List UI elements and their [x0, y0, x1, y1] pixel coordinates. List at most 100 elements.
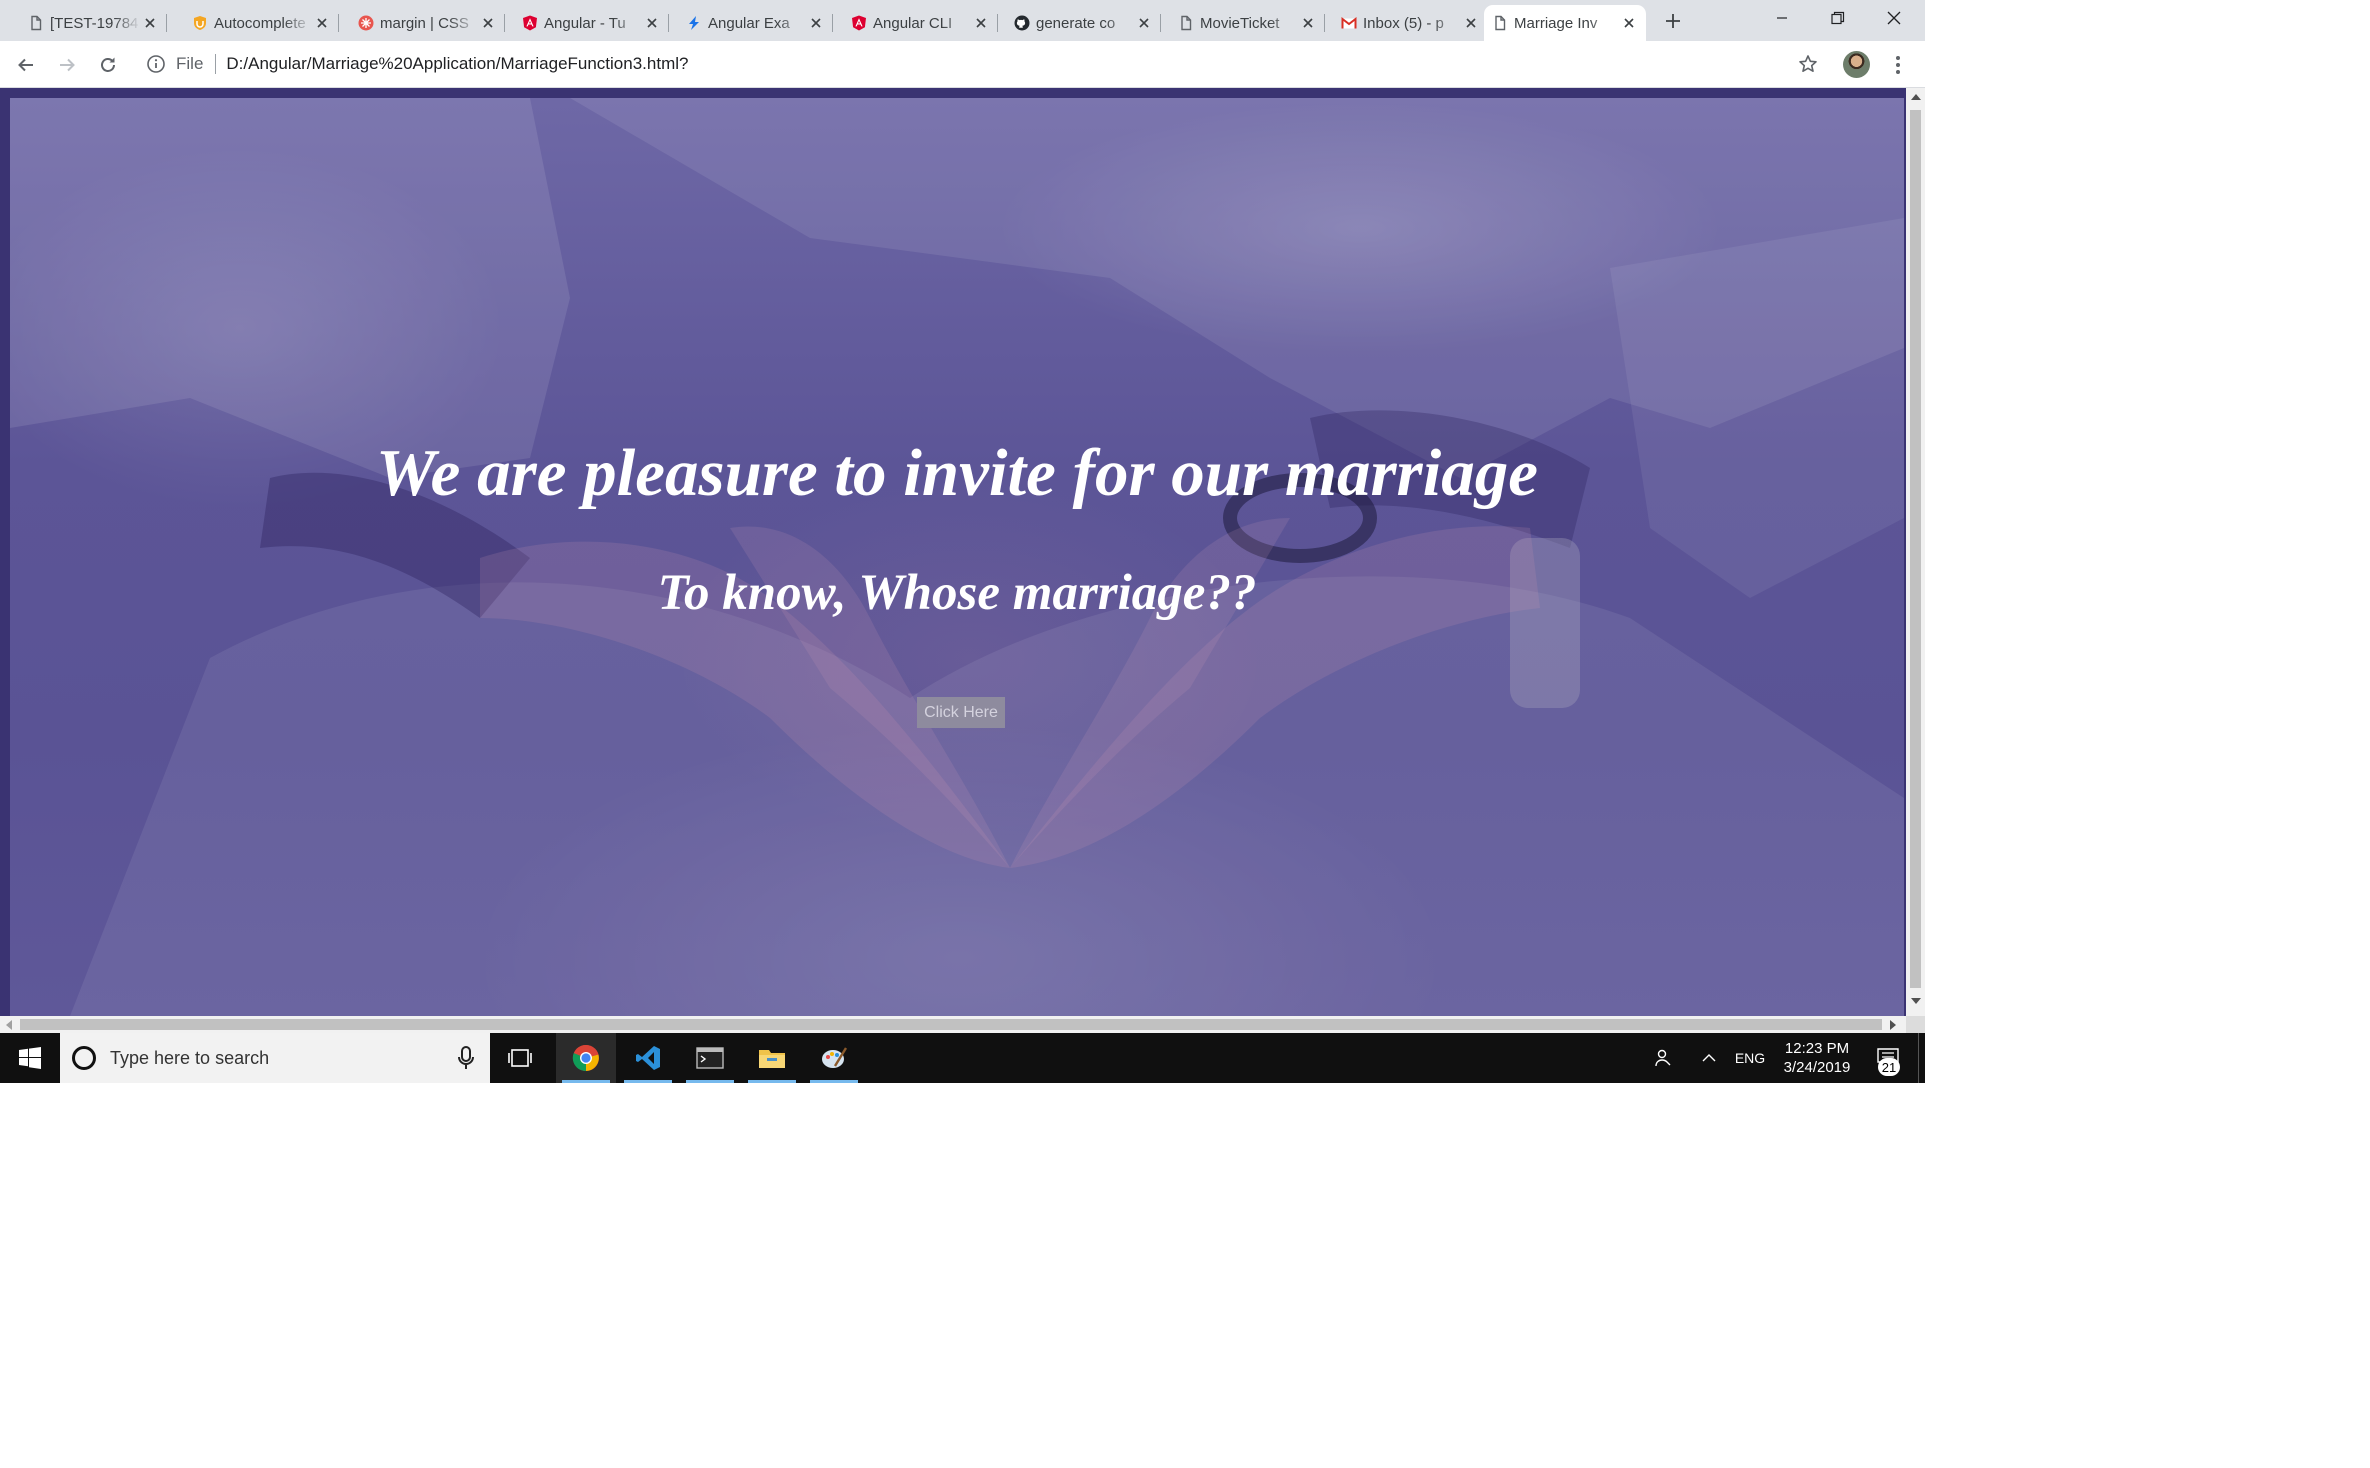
task-view-button[interactable] [490, 1033, 550, 1083]
close-icon[interactable] [1462, 14, 1480, 32]
angular-icon [523, 15, 537, 31]
tab-title: Angular CLI [873, 14, 953, 32]
clock-date: 3/24/2019 [1783, 1059, 1851, 1076]
tab-title: MovieTicket [1200, 14, 1280, 32]
scroll-down-arrow-icon[interactable] [1911, 998, 1921, 1004]
screen: [TEST-19784 Autocomplete margin | CSS An… [0, 0, 1925, 1083]
close-icon[interactable] [1299, 14, 1317, 32]
clock-time: 12:23 PM [1784, 1040, 1850, 1057]
tab-margin-css[interactable]: margin | CSS [350, 5, 505, 41]
close-window-button[interactable] [1866, 0, 1922, 36]
clock[interactable]: 12:23 PM 3/24/2019 [1772, 1039, 1862, 1077]
close-icon[interactable] [479, 14, 497, 32]
close-icon [1887, 11, 1901, 25]
page-icon [1181, 15, 1192, 31]
scroll-right-arrow-icon[interactable] [1890, 1020, 1896, 1030]
tab-angular-cli[interactable]: Angular CLI [843, 5, 998, 41]
horizontal-scroll-thumb[interactable] [20, 1019, 1882, 1030]
people-icon [1655, 1049, 1671, 1067]
tab-strip: [TEST-19784 Autocomplete margin | CSS An… [0, 0, 1925, 41]
back-button[interactable] [12, 51, 40, 79]
address-bar[interactable]: File D:/Angular/Marriage%20Application/M… [136, 47, 1836, 81]
back-arrow-icon [18, 58, 33, 72]
taskbar-file-explorer[interactable] [742, 1033, 802, 1083]
tab-angular-example[interactable]: Angular Exa [678, 5, 833, 41]
close-icon[interactable] [643, 14, 661, 32]
url-text[interactable]: D:/Angular/Marriage%20Application/Marria… [226, 54, 688, 74]
vertical-scroll-thumb[interactable] [1910, 110, 1921, 988]
close-icon[interactable] [972, 14, 990, 32]
invitation-heading: We are pleasure to invite for our marria… [376, 436, 1538, 510]
tab-title: [TEST-19784 [50, 14, 139, 32]
tab-autocomplete[interactable]: Autocomplete [184, 5, 339, 41]
close-icon[interactable] [1135, 14, 1153, 32]
scroll-corner [1906, 1016, 1925, 1033]
restore-button[interactable] [1810, 0, 1866, 36]
info-icon[interactable] [146, 54, 166, 74]
tab-generate-component[interactable]: generate co [1006, 5, 1161, 41]
tab-title: Marriage Inv [1514, 14, 1598, 32]
input-language[interactable]: ENG [1730, 1033, 1770, 1083]
scroll-left-arrow-icon[interactable] [6, 1020, 12, 1030]
tab-divider [668, 14, 669, 32]
tab-marriage-invitation[interactable]: Marriage Inv [1484, 5, 1646, 41]
minimize-button[interactable] [1754, 0, 1810, 36]
tab-title: margin | CSS [380, 14, 469, 32]
lightning-icon [689, 16, 699, 30]
forward-arrow-icon [60, 58, 75, 72]
taskbar-search-box[interactable]: Type here to search [60, 1033, 490, 1083]
taskbar-chrome[interactable] [556, 1033, 616, 1083]
github-icon [1014, 15, 1030, 31]
search-placeholder: Type here to search [110, 1047, 270, 1068]
people-button[interactable] [1648, 1033, 1678, 1083]
page-viewport: We are pleasure to invite for our marria… [0, 88, 1906, 1016]
close-icon[interactable] [141, 14, 159, 32]
microphone-icon[interactable] [456, 1045, 476, 1071]
running-indicator [748, 1080, 796, 1083]
background-photo [10, 98, 1904, 1016]
show-hidden-icons-button[interactable] [1696, 1033, 1722, 1083]
notification-count-badge: 21 [1878, 1058, 1900, 1076]
running-indicator [810, 1080, 858, 1083]
vertical-scrollbar[interactable] [1906, 88, 1925, 1016]
tab-title: Inbox (5) - p [1363, 14, 1444, 32]
close-icon[interactable] [807, 14, 825, 32]
show-desktop-button[interactable] [1918, 1033, 1925, 1083]
start-button[interactable] [0, 1033, 60, 1083]
bookmark-button[interactable] [1793, 49, 1823, 79]
scheme-label: File [176, 54, 204, 73]
taskbar-terminal[interactable] [680, 1033, 740, 1083]
tab-divider [832, 14, 833, 32]
scroll-up-arrow-icon[interactable] [1911, 94, 1921, 100]
plus-icon [1666, 14, 1680, 28]
tab-divider [1160, 14, 1161, 32]
minimize-icon [1777, 17, 1787, 19]
reload-button[interactable] [94, 51, 122, 79]
new-tab-button[interactable] [1660, 8, 1686, 34]
paint-icon [822, 1047, 848, 1068]
vscode-icon [636, 1046, 660, 1070]
tab-divider [997, 14, 998, 32]
running-indicator [562, 1080, 610, 1083]
tab-inbox[interactable]: Inbox (5) - p [1333, 5, 1488, 41]
forward-button[interactable] [53, 51, 81, 79]
kebab-menu-icon [1896, 56, 1900, 74]
page-icon [1495, 15, 1506, 31]
menu-button[interactable] [1886, 51, 1910, 79]
taskbar-vscode[interactable] [618, 1033, 678, 1083]
horizontal-scrollbar[interactable] [0, 1016, 1906, 1033]
windows-logo-icon [19, 1047, 41, 1069]
tab-angular-tutorial[interactable]: Angular - Tu [514, 5, 669, 41]
tab-test[interactable]: [TEST-19784 [20, 5, 167, 41]
browser-toolbar: File D:/Angular/Marriage%20Application/M… [0, 41, 1925, 88]
close-icon[interactable] [313, 14, 331, 32]
terminal-icon [696, 1047, 724, 1069]
profile-avatar[interactable] [1843, 51, 1870, 78]
cortana-icon [72, 1046, 96, 1070]
click-here-button[interactable]: Click Here [917, 697, 1005, 728]
taskbar-paint[interactable] [804, 1033, 864, 1083]
hero-section: We are pleasure to invite for our marria… [10, 98, 1904, 1016]
tab-movieticket[interactable]: MovieTicket [1170, 5, 1325, 41]
close-icon[interactable] [1620, 14, 1638, 32]
gmail-icon [1341, 16, 1357, 29]
